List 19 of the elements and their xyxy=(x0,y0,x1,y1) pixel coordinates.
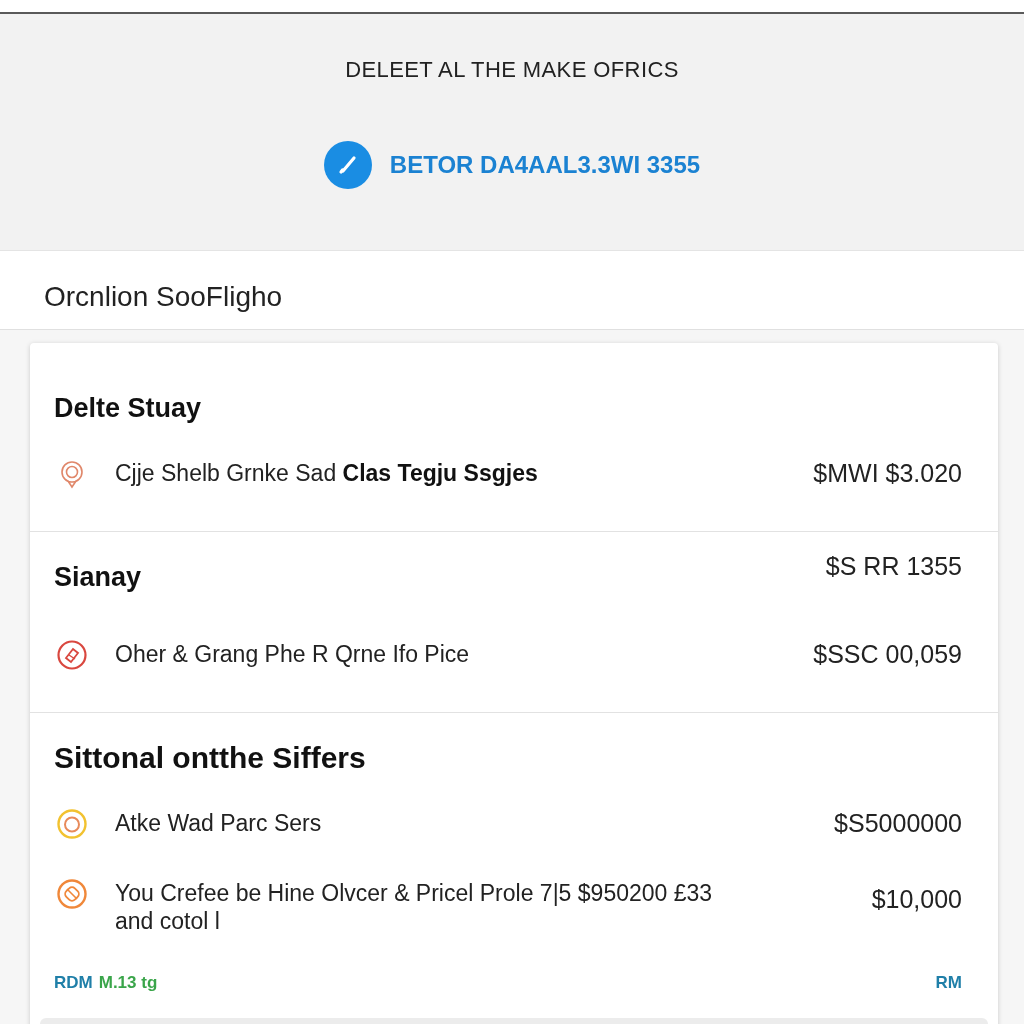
header-title: DELEET AL THE MAKE OFRICS xyxy=(345,57,679,83)
check-icon xyxy=(323,141,372,189)
footer-link[interactable]: RM xyxy=(935,973,962,993)
item-text: Oher & Grang Phe R Qrne Ifo Pice xyxy=(115,640,470,668)
item-amount: $S5000000 xyxy=(834,809,962,837)
section-heading: Sittonal ontthe Siffers xyxy=(54,741,366,775)
item-text: Atke Wad Parc Sers xyxy=(115,809,322,837)
item-amount: $SSC 00,059 xyxy=(813,640,962,668)
section-amount: $S RR 1355 xyxy=(825,554,962,578)
subheader-title: Orcnlion SooFligho xyxy=(44,280,283,314)
item-text: You Crefee be Hine Olvcer & Pricel Prole 7|5 $950200 £33 and cotol l xyxy=(115,879,714,935)
section-heading: Sianay xyxy=(54,561,142,594)
status-text: BETOR DA4AAL3.3WI 3355 xyxy=(389,151,701,179)
footer-link[interactable]: M.13 tg xyxy=(98,973,158,993)
section-heading: Delte Stuay xyxy=(54,392,202,425)
footer-link[interactable]: RDM xyxy=(54,973,93,993)
item-amount: $10,000 xyxy=(871,884,962,913)
item-amount: $MWI $3.020 xyxy=(813,459,962,487)
item-text: Cjje Shelb Grnke Sad Clas Tegju Ssgjes xyxy=(115,459,538,487)
